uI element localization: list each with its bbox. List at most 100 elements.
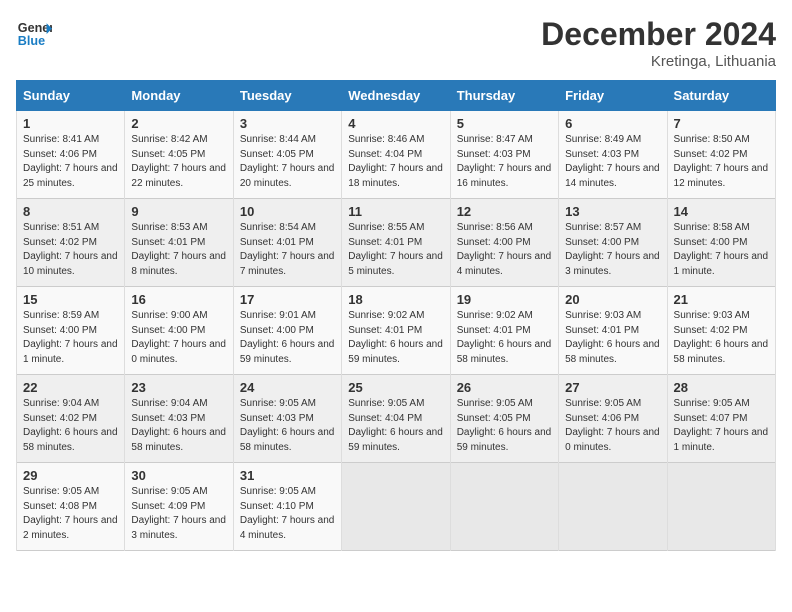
day-number: 30 bbox=[131, 468, 226, 483]
header-wednesday: Wednesday bbox=[342, 81, 450, 111]
day-number: 15 bbox=[23, 292, 118, 307]
cell-info: Sunrise: 8:47 AMSunset: 4:03 PMDaylight:… bbox=[457, 133, 552, 191]
calendar-cell: 1 Sunrise: 8:41 AMSunset: 4:06 PMDaylight… bbox=[17, 111, 125, 199]
month-title: December 2024 bbox=[541, 16, 776, 53]
day-number: 6 bbox=[565, 116, 660, 131]
calendar-cell bbox=[667, 463, 775, 551]
calendar-week-2: 8Sunrise: 8:51 AMSunset: 4:02 PMDaylight… bbox=[17, 199, 776, 287]
calendar-cell: 17Sunrise: 9:01 AMSunset: 4:00 PMDayligh… bbox=[233, 287, 341, 375]
calendar-week-1: 1 Sunrise: 8:41 AMSunset: 4:06 PMDaylight… bbox=[17, 111, 776, 199]
day-number: 16 bbox=[131, 292, 226, 307]
calendar-cell: 15 Sunrise: 8:59 AMSunset: 4:00 PMDayligh… bbox=[17, 287, 125, 375]
day-number: 9 bbox=[131, 204, 226, 219]
calendar-cell: 2 Sunrise: 8:42 AMSunset: 4:05 PMDaylight… bbox=[125, 111, 233, 199]
cell-info: Sunrise: 8:58 AMSunset: 4:00 PMDaylight:… bbox=[674, 221, 769, 279]
calendar-cell: 22Sunrise: 9:04 AMSunset: 4:02 PMDayligh… bbox=[17, 375, 125, 463]
cell-info: Sunrise: 8:42 AMSunset: 4:05 PMDaylight:… bbox=[131, 133, 226, 191]
day-number: 2 bbox=[131, 116, 226, 131]
cell-info: Sunrise: 9:02 AMSunset: 4:01 PMDaylight:… bbox=[348, 309, 443, 367]
cell-info: Sunrise: 8:55 AMSunset: 4:01 PMDaylight:… bbox=[348, 221, 443, 279]
calendar-week-5: 29 Sunrise: 9:05 AMSunset: 4:08 PMDayligh… bbox=[17, 463, 776, 551]
calendar-cell: 14 Sunrise: 8:58 AMSunset: 4:00 PMDayligh… bbox=[667, 199, 775, 287]
day-number: 8 bbox=[23, 204, 118, 219]
day-number: 1 bbox=[23, 116, 118, 131]
calendar-table: Sunday Monday Tuesday Wednesday Thursday… bbox=[16, 80, 776, 551]
cell-info: Sunrise: 8:56 AMSunset: 4:00 PMDaylight:… bbox=[457, 221, 552, 279]
cell-info: Sunrise: 9:03 AMSunset: 4:01 PMDaylight:… bbox=[565, 309, 660, 367]
calendar-cell: 6 Sunrise: 8:49 AMSunset: 4:03 PMDaylight… bbox=[559, 111, 667, 199]
calendar-cell: 5 Sunrise: 8:47 AMSunset: 4:03 PMDaylight… bbox=[450, 111, 558, 199]
cell-info: Sunrise: 9:05 AMSunset: 4:08 PMDaylight:… bbox=[23, 485, 118, 543]
cell-info: Sunrise: 8:57 AMSunset: 4:00 PMDaylight:… bbox=[565, 221, 660, 279]
calendar-week-4: 22Sunrise: 9:04 AMSunset: 4:02 PMDayligh… bbox=[17, 375, 776, 463]
cell-info: Sunrise: 8:50 AMSunset: 4:02 PMDaylight:… bbox=[674, 133, 769, 191]
cell-info: Sunrise: 9:05 AMSunset: 4:09 PMDaylight:… bbox=[131, 485, 226, 543]
day-number: 19 bbox=[457, 292, 552, 307]
day-number: 18 bbox=[348, 292, 443, 307]
calendar-cell: 20Sunrise: 9:03 AMSunset: 4:01 PMDayligh… bbox=[559, 287, 667, 375]
day-number: 25 bbox=[348, 380, 443, 395]
cell-info: Sunrise: 8:53 AMSunset: 4:01 PMDaylight:… bbox=[131, 221, 226, 279]
weekday-header-row: Sunday Monday Tuesday Wednesday Thursday… bbox=[17, 81, 776, 111]
calendar-cell bbox=[559, 463, 667, 551]
day-number: 28 bbox=[674, 380, 769, 395]
calendar-cell: 30 Sunrise: 9:05 AMSunset: 4:09 PMDayligh… bbox=[125, 463, 233, 551]
svg-text:Blue: Blue bbox=[18, 34, 45, 48]
header-thursday: Thursday bbox=[450, 81, 558, 111]
day-number: 10 bbox=[240, 204, 335, 219]
logo: General Blue bbox=[16, 16, 52, 52]
cell-info: Sunrise: 8:59 AMSunset: 4:00 PMDaylight:… bbox=[23, 309, 118, 367]
calendar-cell: 16Sunrise: 9:00 AMSunset: 4:00 PMDayligh… bbox=[125, 287, 233, 375]
header-monday: Monday bbox=[125, 81, 233, 111]
day-number: 13 bbox=[565, 204, 660, 219]
cell-info: Sunrise: 9:05 AMSunset: 4:05 PMDaylight:… bbox=[457, 397, 552, 455]
calendar-cell: 23 Sunrise: 9:04 AMSunset: 4:03 PMDayligh… bbox=[125, 375, 233, 463]
calendar-cell: 26 Sunrise: 9:05 AMSunset: 4:05 PMDayligh… bbox=[450, 375, 558, 463]
calendar-cell: 27 Sunrise: 9:05 AMSunset: 4:06 PMDayligh… bbox=[559, 375, 667, 463]
cell-info: Sunrise: 8:49 AMSunset: 4:03 PMDaylight:… bbox=[565, 133, 660, 191]
calendar-cell: 25Sunrise: 9:05 AMSunset: 4:04 PMDayligh… bbox=[342, 375, 450, 463]
day-number: 11 bbox=[348, 204, 443, 219]
day-number: 14 bbox=[674, 204, 769, 219]
cell-info: Sunrise: 9:04 AMSunset: 4:02 PMDaylight:… bbox=[23, 397, 118, 455]
day-number: 27 bbox=[565, 380, 660, 395]
day-number: 4 bbox=[348, 116, 443, 131]
cell-info: Sunrise: 9:05 AMSunset: 4:03 PMDaylight:… bbox=[240, 397, 335, 455]
calendar-cell: 31 Sunrise: 9:05 AMSunset: 4:10 PMDayligh… bbox=[233, 463, 341, 551]
cell-info: Sunrise: 9:05 AMSunset: 4:10 PMDaylight:… bbox=[240, 485, 335, 543]
calendar-cell: 10 Sunrise: 8:54 AMSunset: 4:01 PMDayligh… bbox=[233, 199, 341, 287]
calendar-cell: 3 Sunrise: 8:44 AMSunset: 4:05 PMDaylight… bbox=[233, 111, 341, 199]
calendar-cell: 29 Sunrise: 9:05 AMSunset: 4:08 PMDayligh… bbox=[17, 463, 125, 551]
cell-info: Sunrise: 9:05 AMSunset: 4:07 PMDaylight:… bbox=[674, 397, 769, 455]
day-number: 17 bbox=[240, 292, 335, 307]
cell-info: Sunrise: 8:44 AMSunset: 4:05 PMDaylight:… bbox=[240, 133, 335, 191]
cell-info: Sunrise: 9:05 AMSunset: 4:06 PMDaylight:… bbox=[565, 397, 660, 455]
calendar-cell: 4 Sunrise: 8:46 AMSunset: 4:04 PMDaylight… bbox=[342, 111, 450, 199]
calendar-cell: 19 Sunrise: 9:02 AMSunset: 4:01 PMDayligh… bbox=[450, 287, 558, 375]
calendar-cell bbox=[342, 463, 450, 551]
calendar-cell: 24Sunrise: 9:05 AMSunset: 4:03 PMDayligh… bbox=[233, 375, 341, 463]
day-number: 26 bbox=[457, 380, 552, 395]
header-tuesday: Tuesday bbox=[233, 81, 341, 111]
cell-info: Sunrise: 8:41 AMSunset: 4:06 PMDaylight:… bbox=[23, 133, 118, 191]
header-sunday: Sunday bbox=[17, 81, 125, 111]
cell-info: Sunrise: 8:46 AMSunset: 4:04 PMDaylight:… bbox=[348, 133, 443, 191]
day-number: 23 bbox=[131, 380, 226, 395]
cell-info: Sunrise: 9:02 AMSunset: 4:01 PMDaylight:… bbox=[457, 309, 552, 367]
day-number: 29 bbox=[23, 468, 118, 483]
calendar-cell bbox=[450, 463, 558, 551]
calendar-cell: 13 Sunrise: 8:57 AMSunset: 4:00 PMDayligh… bbox=[559, 199, 667, 287]
cell-info: Sunrise: 9:04 AMSunset: 4:03 PMDaylight:… bbox=[131, 397, 226, 455]
logo-icon: General Blue bbox=[16, 16, 52, 52]
day-number: 3 bbox=[240, 116, 335, 131]
header-friday: Friday bbox=[559, 81, 667, 111]
calendar-cell: 21Sunrise: 9:03 AMSunset: 4:02 PMDayligh… bbox=[667, 287, 775, 375]
calendar-cell: 11 Sunrise: 8:55 AMSunset: 4:01 PMDayligh… bbox=[342, 199, 450, 287]
cell-info: Sunrise: 8:54 AMSunset: 4:01 PMDaylight:… bbox=[240, 221, 335, 279]
calendar-cell: 12 Sunrise: 8:56 AMSunset: 4:00 PMDayligh… bbox=[450, 199, 558, 287]
day-number: 12 bbox=[457, 204, 552, 219]
day-number: 5 bbox=[457, 116, 552, 131]
location-subtitle: Kretinga, Lithuania bbox=[541, 53, 776, 70]
cell-info: Sunrise: 9:03 AMSunset: 4:02 PMDaylight:… bbox=[674, 309, 769, 367]
day-number: 31 bbox=[240, 468, 335, 483]
